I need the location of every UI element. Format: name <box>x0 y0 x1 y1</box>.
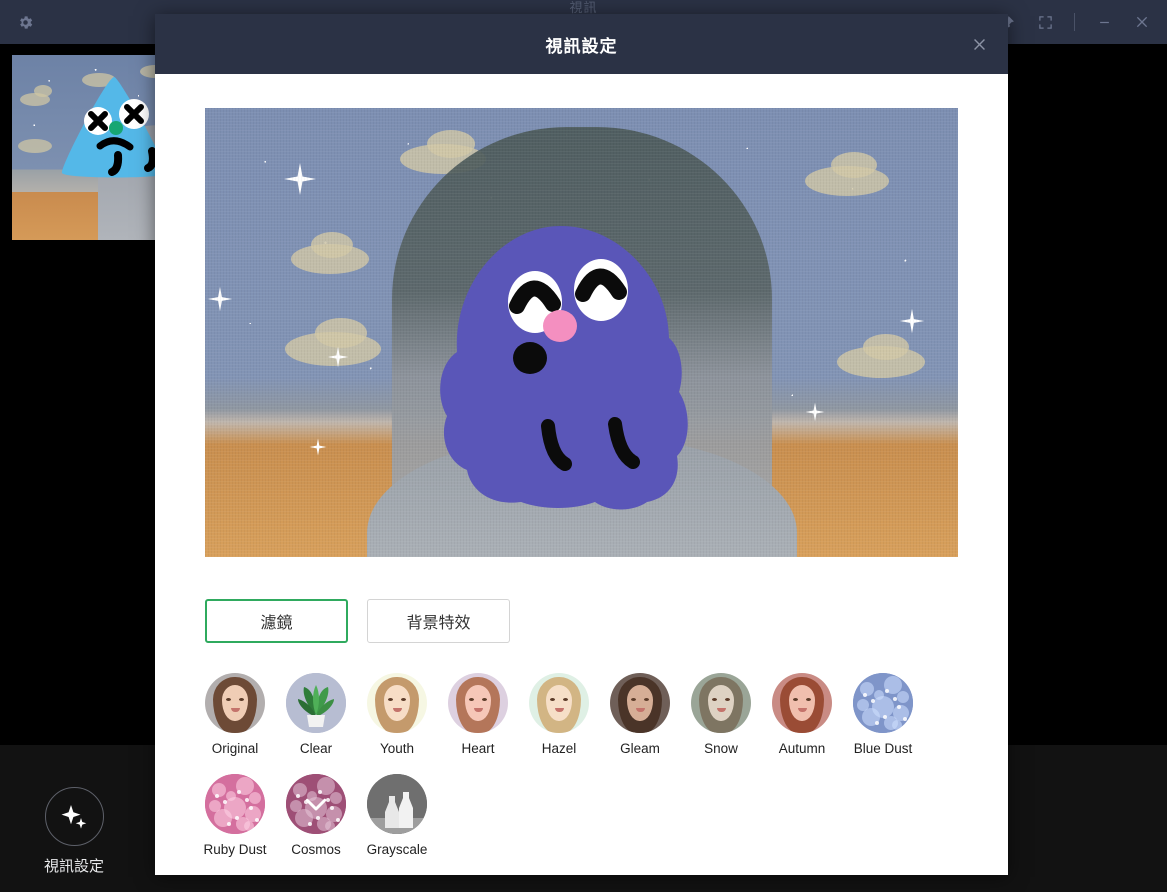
minimize-button[interactable] <box>1087 5 1121 39</box>
filter-item-hazel[interactable]: Hazel <box>529 673 589 756</box>
filter-label: Snow <box>704 741 738 756</box>
filter-thumbnail <box>205 673 265 733</box>
filter-thumbnail <box>772 673 832 733</box>
filter-label: Hazel <box>541 741 577 756</box>
minimize-icon <box>1099 21 1109 23</box>
controls-divider <box>1074 13 1075 31</box>
filter-thumbnail <box>286 774 346 834</box>
filter-thumbnail <box>529 673 589 733</box>
tab-background-effects-label: 背景特效 <box>406 615 471 632</box>
filter-label: Cosmos <box>291 842 341 857</box>
filter-item-original[interactable]: Original <box>205 673 265 756</box>
filter-thumbnail <box>691 673 751 733</box>
filter-label: Blue Dust <box>853 741 913 756</box>
portrait-preview-image <box>691 673 751 733</box>
dialog-body: 濾鏡 背景特效 Original Clear Youth Heart Hazel Gle… <box>155 74 1008 875</box>
filter-item-grayscale[interactable]: Grayscale <box>367 774 427 857</box>
dialog-title: 視訊設定 <box>545 36 618 56</box>
sparkle-icon <box>61 804 87 829</box>
filter-item-youth[interactable]: Youth <box>367 673 427 756</box>
video-settings-icon-circle <box>44 787 104 846</box>
filter-label: Original <box>211 741 259 756</box>
dialog-header: 視訊設定 <box>155 14 1008 74</box>
portrait-preview-image <box>448 673 508 733</box>
filter-thumbnail <box>367 774 427 834</box>
cloud-shape <box>34 85 52 97</box>
toolbar-item-video-settings[interactable]: 視訊設定 <box>16 787 132 876</box>
toolbar-item-label: 視訊設定 <box>43 858 104 875</box>
filter-item-heart[interactable]: Heart <box>448 673 508 756</box>
filter-item-blue-dust[interactable]: Blue Dust <box>853 673 913 756</box>
preview-doodle-overlay <box>440 226 688 510</box>
fullscreen-icon <box>1038 15 1052 29</box>
app-root: 視訊 視訊設定 視訊設定 濾鏡 背景特效 Original Clear Yout… <box>0 0 1167 892</box>
filter-thumbnail <box>205 774 265 834</box>
gear-icon <box>19 15 32 29</box>
close-button[interactable] <box>1125 5 1159 39</box>
cloud-shape <box>18 139 52 153</box>
video-settings-dialog: 視訊設定 濾鏡 背景特效 Original Clear Youth Heart … <box>155 14 1008 875</box>
window-controls <box>990 0 1159 44</box>
filter-item-cosmos[interactable]: Cosmos <box>286 774 346 857</box>
filter-thumbnail <box>853 673 913 733</box>
filter-thumbnail <box>448 673 508 733</box>
filter-label: Heart <box>461 741 495 756</box>
filter-item-ruby-dust[interactable]: Ruby Dust <box>203 774 267 857</box>
filter-item-gleam[interactable]: Gleam <box>610 673 670 756</box>
filter-label: Youth <box>379 741 415 756</box>
filter-item-autumn[interactable]: Autumn <box>772 673 832 756</box>
portrait-preview-image <box>610 673 670 733</box>
filter-item-snow[interactable]: Snow <box>691 673 751 756</box>
settings-gear-button[interactable] <box>0 14 50 31</box>
close-icon <box>973 38 985 50</box>
tab-filter-label: 濾鏡 <box>260 615 293 632</box>
portrait-preview-image <box>529 673 589 733</box>
filter-label: Autumn <box>778 741 826 756</box>
video-preview[interactable] <box>205 108 958 557</box>
filter-label: Ruby Dust <box>203 842 267 857</box>
portrait-preview-image <box>367 673 427 733</box>
filter-label: Gleam <box>620 741 660 756</box>
filter-label: Clear <box>299 741 333 756</box>
filter-thumbnail <box>367 673 427 733</box>
tab-filter[interactable]: 濾鏡 <box>205 599 348 643</box>
filter-selected-check <box>286 774 346 834</box>
close-icon <box>1136 16 1148 28</box>
filter-grid: Original Clear Youth Heart Hazel Gleam Snow Au… <box>203 673 965 875</box>
tab-background-effects[interactable]: 背景特效 <box>367 599 510 643</box>
filter-label: Grayscale <box>366 842 428 857</box>
filter-item-clear[interactable]: Clear <box>286 673 346 756</box>
fullscreen-button[interactable] <box>1028 5 1062 39</box>
effect-tabs: 濾鏡 背景特效 <box>205 599 958 643</box>
filter-thumbnail <box>610 673 670 733</box>
filter-thumbnail <box>286 673 346 733</box>
portrait-preview-image <box>772 673 832 733</box>
portrait-preview-image <box>205 673 265 733</box>
dialog-close-button[interactable] <box>964 29 994 59</box>
